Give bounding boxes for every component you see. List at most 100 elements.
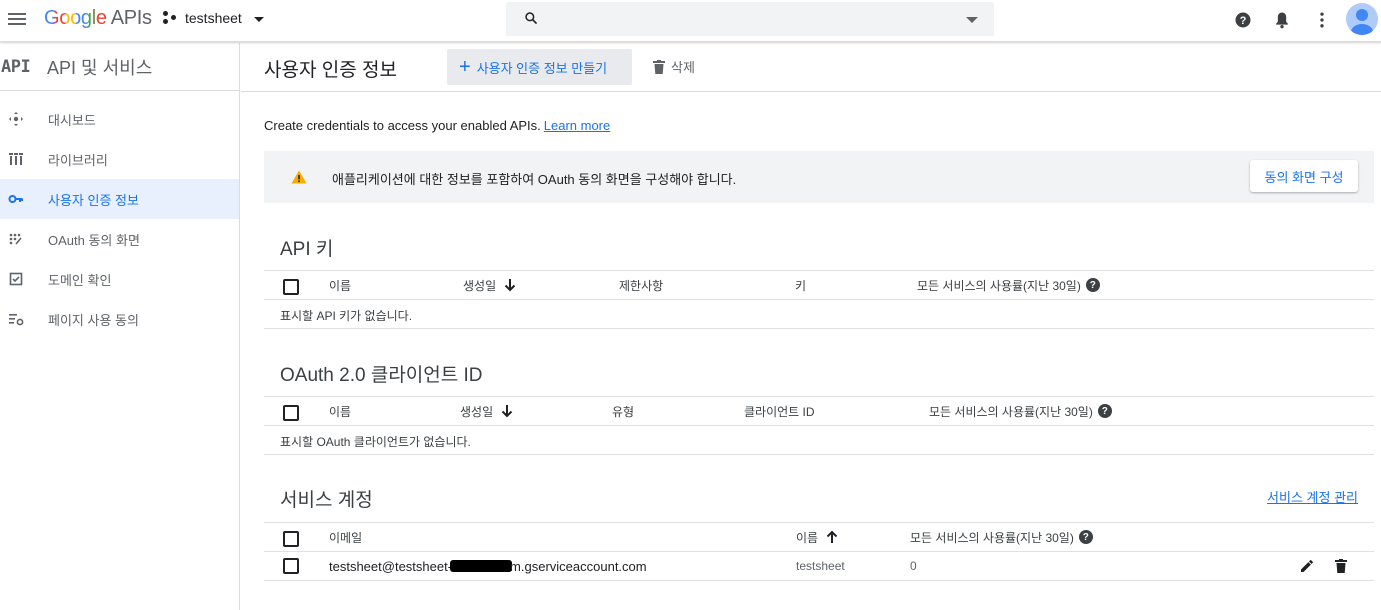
- sidebar-item-label: 라이브러리: [48, 152, 108, 168]
- column-created[interactable]: 생성일: [460, 397, 513, 425]
- column-usage-label: 모든 서비스의 사용률(지난 30일): [917, 278, 1081, 293]
- column-name[interactable]: 이름: [329, 397, 351, 425]
- page-title: 사용자 인증 정보: [264, 60, 397, 81]
- logo-google-text: Google: [44, 7, 107, 29]
- empty-message: 표시할 API 키가 없습니다.: [280, 309, 413, 323]
- api-logo-icon: API: [1, 56, 31, 77]
- avatar-icon: [1351, 9, 1373, 35]
- email-suffix: m.gserviceaccount.com: [510, 558, 647, 574]
- table-row: testsheet@testsheet-m.gserviceaccount.co…: [264, 552, 1374, 581]
- warning-icon: [291, 170, 307, 184]
- warning-message: 애플리케이션에 대한 정보를 포함하여 OAuth 동의 화면을 구성해야 합니…: [332, 172, 737, 187]
- column-usage-label: 모든 서비스의 사용률(지난 30일): [929, 404, 1093, 419]
- intro-text: Create credentials to access your enable…: [264, 118, 610, 133]
- sidebar-item-credentials[interactable]: 사용자 인증 정보: [0, 179, 239, 219]
- sidebar-item-page-usage-agreement[interactable]: 페이지 사용 동의: [0, 299, 239, 339]
- column-type[interactable]: 유형: [612, 397, 634, 425]
- select-all-checkbox[interactable]: [283, 279, 299, 295]
- column-usage-label: 모든 서비스의 사용률(지난 30일): [910, 530, 1074, 545]
- delete-button[interactable]: 삭제: [653, 57, 695, 76]
- oauth-clients-title: OAuth 2.0 클라이언트 ID: [280, 365, 483, 386]
- column-email[interactable]: 이메일: [329, 523, 362, 551]
- sidebar-item-label: OAuth 동의 화면: [48, 232, 140, 248]
- project-selector[interactable]: testsheet: [163, 10, 264, 26]
- oauth-warning-banner: 애플리케이션에 대한 정보를 포함하여 OAuth 동의 화면을 구성해야 합니…: [264, 151, 1374, 203]
- arrow-down-icon: [501, 405, 513, 418]
- sidebar-item-label: 사용자 인증 정보: [48, 192, 139, 208]
- search-options-icon[interactable]: [966, 17, 978, 23]
- intro-message: Create credentials to access your enable…: [264, 118, 541, 133]
- manage-service-accounts-link[interactable]: 서비스 계정 관리: [1267, 487, 1358, 506]
- help-icon[interactable]: ?: [1097, 404, 1112, 418]
- plus-icon: +: [459, 56, 471, 78]
- project-name: testsheet: [185, 10, 242, 26]
- delete-label: 삭제: [671, 60, 695, 75]
- column-key[interactable]: 키: [795, 271, 806, 299]
- search-input[interactable]: [550, 8, 950, 30]
- learn-more-link[interactable]: Learn more: [544, 118, 610, 133]
- account-avatar[interactable]: [1346, 3, 1378, 35]
- key-icon: [8, 195, 23, 203]
- trash-icon[interactable]: [1335, 559, 1347, 573]
- column-client-id[interactable]: 클라이언트 ID: [744, 397, 815, 425]
- notifications-icon[interactable]: [1272, 10, 1292, 30]
- svg-text:?: ?: [1240, 15, 1247, 27]
- consent-icon: [9, 233, 22, 245]
- column-created-label: 생성일: [460, 404, 494, 419]
- sidebar-item-dashboard[interactable]: 대시보드: [0, 99, 239, 139]
- help-icon[interactable]: ?: [1233, 10, 1253, 30]
- column-created-label: 생성일: [463, 278, 497, 293]
- arrow-down-icon: [504, 279, 516, 292]
- help-icon[interactable]: ?: [1085, 278, 1100, 292]
- select-all-checkbox[interactable]: [283, 405, 299, 421]
- sidebar-item-oauth-consent[interactable]: OAuth 동의 화면: [0, 219, 239, 259]
- service-accounts-table: 이메일 이름 모든 서비스의 사용률(지난 30일) ? testsheet@t…: [264, 522, 1374, 581]
- search-icon: [525, 12, 538, 25]
- api-keys-title: API 키: [280, 239, 334, 260]
- sidebar-item-domain-verification[interactable]: 도메인 확인: [0, 259, 239, 299]
- sidebar-title: API 및 서비스: [47, 57, 153, 78]
- column-name[interactable]: 이름: [796, 523, 838, 551]
- main-content: 사용자 인증 정보 + 사용자 인증 정보 만들기 삭제 Create cred…: [241, 43, 1381, 610]
- column-usage[interactable]: 모든 서비스의 사용률(지난 30일) ?: [917, 271, 1100, 299]
- service-account-email[interactable]: testsheet@testsheet-m.gserviceaccount.co…: [329, 552, 647, 580]
- column-usage[interactable]: 모든 서비스의 사용률(지난 30일) ?: [929, 397, 1112, 425]
- column-name-label: 이름: [796, 530, 819, 545]
- select-all-checkbox[interactable]: [283, 531, 299, 547]
- sidebar-item-library[interactable]: 라이브러리: [0, 139, 239, 179]
- trash-icon: [653, 59, 665, 74]
- more-vert-icon[interactable]: [1312, 10, 1332, 30]
- menu-icon[interactable]: [6, 8, 28, 30]
- help-icon[interactable]: ?: [1078, 530, 1093, 544]
- arrow-up-icon: [826, 530, 838, 543]
- configure-consent-button[interactable]: 동의 화면 구성: [1250, 160, 1358, 192]
- sidebar-header: API API 및 서비스: [0, 43, 239, 91]
- chevron-down-icon: [253, 16, 264, 22]
- empty-row: 표시할 OAuth 클라이언트가 없습니다.: [264, 426, 1374, 455]
- page-header: 사용자 인증 정보 + 사용자 인증 정보 만들기 삭제: [241, 43, 1381, 92]
- row-checkbox[interactable]: [283, 558, 299, 574]
- edit-icon[interactable]: [1299, 558, 1315, 574]
- search-bar[interactable]: [506, 2, 994, 36]
- sidebar: API API 및 서비스 대시보드 라이브러리 사용자 인증 정보 OAuth…: [0, 43, 240, 610]
- table-header: 이름 생성일 제한사항 키 모든 서비스의 사용률(지난 30일) ?: [264, 270, 1374, 300]
- column-usage[interactable]: 모든 서비스의 사용률(지난 30일) ?: [910, 523, 1093, 551]
- create-credentials-button[interactable]: + 사용자 인증 정보 만들기: [447, 49, 632, 85]
- project-icon: [163, 11, 177, 25]
- service-account-name: testsheet: [796, 559, 845, 573]
- column-name[interactable]: 이름: [329, 271, 351, 299]
- empty-row: 표시할 API 키가 없습니다.: [264, 300, 1374, 329]
- column-created[interactable]: 생성일: [463, 271, 516, 299]
- logo-apis-text: APIs: [110, 7, 152, 29]
- google-apis-logo[interactable]: Google APIs: [44, 7, 152, 30]
- column-restrictions[interactable]: 제한사항: [619, 271, 663, 299]
- sidebar-item-label: 페이지 사용 동의: [48, 312, 139, 328]
- service-account-usage: 0: [910, 559, 917, 573]
- library-icon: [9, 153, 23, 165]
- oauth-clients-table: 이름 생성일 유형 클라이언트 ID 모든 서비스의 사용률(지난 30일) ?…: [264, 396, 1374, 455]
- email-prefix: testsheet@testsheet-: [329, 558, 453, 574]
- service-accounts-title: 서비스 계정: [280, 490, 373, 511]
- checkbox-icon: [9, 272, 23, 286]
- table-header: 이메일 이름 모든 서비스의 사용률(지난 30일) ?: [264, 522, 1374, 552]
- settings-list-icon: [9, 314, 24, 326]
